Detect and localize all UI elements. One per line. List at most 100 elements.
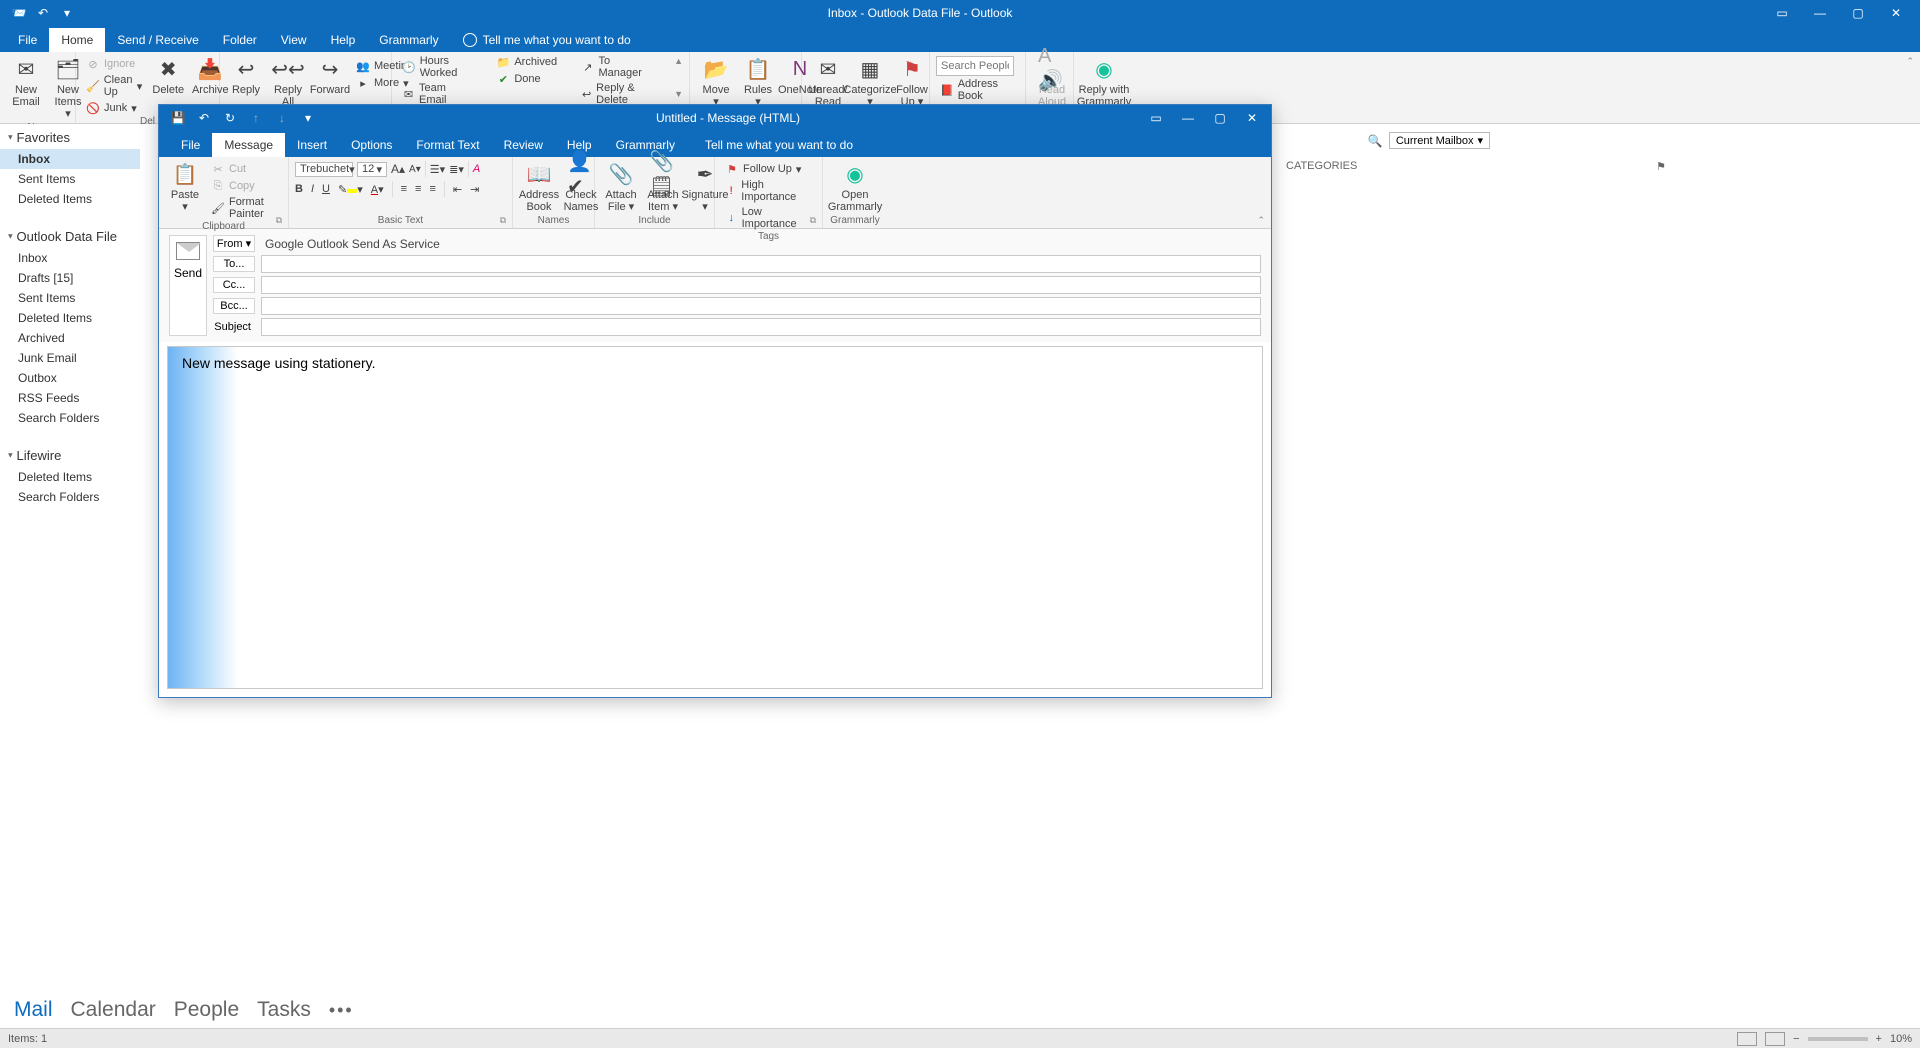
folder-search[interactable]: Search Folders <box>0 408 140 428</box>
view-normal-icon[interactable] <box>1737 1032 1757 1046</box>
open-grammarly-button[interactable]: ◉Open Grammarly <box>829 159 881 215</box>
minimize-icon[interactable]: — <box>1802 2 1838 24</box>
undo-icon[interactable]: ↶ <box>34 4 52 22</box>
paste-button[interactable]: 📋Paste▾ <box>165 159 205 221</box>
copy-button[interactable]: ⎘Copy <box>207 178 282 194</box>
compose-minimize-icon[interactable]: — <box>1173 107 1203 129</box>
nav-more-icon[interactable]: ••• <box>329 1000 354 1021</box>
lifewire-header[interactable]: Lifewire <box>0 442 140 467</box>
zoom-slider[interactable] <box>1808 1037 1868 1041</box>
nav-mail[interactable]: Mail <box>14 998 53 1022</box>
tab-view[interactable]: View <box>269 28 319 52</box>
to-button[interactable]: To... <box>213 256 255 272</box>
highlight-button[interactable]: ✎▾ <box>338 183 363 196</box>
tab-file[interactable]: File <box>6 28 49 52</box>
address-book-button[interactable]: 📕Address Book <box>936 77 1019 103</box>
quicksteps-up-icon[interactable]: ▲ <box>674 56 683 66</box>
cleanup-button[interactable]: 🧹Clean Up ▾ <box>82 73 146 99</box>
cc-input[interactable] <box>261 276 1261 294</box>
align-left-icon[interactable]: ≡ <box>401 183 407 195</box>
to-manager-step[interactable]: ↗To Manager <box>577 54 658 80</box>
save-icon[interactable]: 💾 <box>171 111 185 125</box>
from-button[interactable]: From ▾ <box>213 235 255 252</box>
tab-help[interactable]: Help <box>319 28 368 52</box>
attach-item-button[interactable]: 📎🗒Attach Item ▾ <box>643 159 683 215</box>
numbering-icon[interactable]: ≣▾ <box>449 163 464 176</box>
nav-tasks[interactable]: Tasks <box>257 998 311 1022</box>
italic-button[interactable]: I <box>311 183 314 195</box>
maximize-icon[interactable]: ▢ <box>1840 2 1876 24</box>
reply-all-button[interactable]: ↩↩Reply All <box>268 54 308 110</box>
tab-send-receive[interactable]: Send / Receive <box>105 28 210 52</box>
ignore-button[interactable]: ⊘Ignore <box>82 56 146 72</box>
basictext-launcher-icon[interactable]: ⧉ <box>500 215 506 226</box>
folder-archived[interactable]: Archived <box>0 328 140 348</box>
zoom-in-icon[interactable]: + <box>1876 1033 1882 1045</box>
forward-button[interactable]: ↪Forward <box>310 54 350 110</box>
message-body-editor[interactable]: New message using stationery. <box>167 346 1263 689</box>
bcc-button[interactable]: Bcc... <box>213 298 255 314</box>
search-people-input[interactable] <box>936 56 1014 76</box>
bcc-input[interactable] <box>261 297 1261 315</box>
quicksteps-down-icon[interactable]: ▼ <box>674 89 683 99</box>
followup-button[interactable]: ⚑Follow Up ▾ <box>892 54 932 110</box>
flag-column-icon[interactable]: ⚑ <box>1656 160 1666 173</box>
address-book-button[interactable]: 📖Address Book <box>519 159 559 215</box>
categorize-button[interactable]: ▦Categorize▾ <box>850 54 890 110</box>
next-item-icon[interactable]: ↓ <box>275 111 289 125</box>
to-input[interactable] <box>261 255 1261 273</box>
prev-item-icon[interactable]: ↑ <box>249 111 263 125</box>
search-mailbox-icon[interactable]: 🔍 <box>1368 134 1383 148</box>
ctab-insert[interactable]: Insert <box>285 133 339 157</box>
folder-deleted-fav[interactable]: Deleted Items <box>0 189 140 209</box>
ribbon-display-icon[interactable]: ▭ <box>1764 2 1800 24</box>
clear-formatting-icon[interactable]: A <box>473 163 480 175</box>
high-importance-button[interactable]: !High Importance <box>721 178 816 204</box>
lifewire-deleted[interactable]: Deleted Items <box>0 467 140 487</box>
folder-outbox[interactable]: Outbox <box>0 368 140 388</box>
tab-home[interactable]: Home <box>49 28 105 52</box>
reply-button[interactable]: ↩Reply <box>226 54 266 110</box>
compose-close-icon[interactable]: ✕ <box>1237 107 1267 129</box>
bold-button[interactable]: B <box>295 183 303 195</box>
attach-file-button[interactable]: 📎Attach File ▾ <box>601 159 641 215</box>
low-importance-button[interactable]: ↓Low Importance <box>721 205 816 231</box>
underline-button[interactable]: U <box>322 183 330 195</box>
rules-button[interactable]: 📋Rules▾ <box>738 54 778 110</box>
ctab-file[interactable]: File <box>169 133 212 157</box>
folder-drafts[interactable]: Drafts [15] <box>0 268 140 288</box>
search-scope-dropdown[interactable]: Current Mailbox▾ <box>1389 132 1490 149</box>
align-right-icon[interactable]: ≡ <box>429 183 435 195</box>
delete-button[interactable]: ✖ Delete <box>148 54 188 98</box>
align-center-icon[interactable]: ≡ <box>415 183 421 195</box>
follow-up-button[interactable]: ⚑Follow Up ▾ <box>721 161 816 177</box>
hours-worked-step[interactable]: 🕑Hours Worked <box>398 54 476 80</box>
clipboard-launcher-icon[interactable]: ⧉ <box>276 215 282 226</box>
move-button[interactable]: 📂Move▾ <box>696 54 736 110</box>
undo-icon[interactable]: ↶ <box>197 111 211 125</box>
done-step[interactable]: ✔Done <box>492 71 561 87</box>
new-email-button[interactable]: ✉ New Email <box>6 54 46 122</box>
cut-button[interactable]: ✂Cut <box>207 161 282 177</box>
folder-deleted[interactable]: Deleted Items <box>0 308 140 328</box>
nav-people[interactable]: People <box>174 998 239 1022</box>
font-color-button[interactable]: A▾ <box>371 183 384 196</box>
zoom-out-icon[interactable]: − <box>1793 1033 1799 1045</box>
shrink-font-icon[interactable]: A▾ <box>409 164 421 175</box>
increase-indent-icon[interactable]: ⇥ <box>470 183 479 196</box>
grow-font-icon[interactable]: A▴ <box>391 162 405 176</box>
ctab-review[interactable]: Review <box>492 133 555 157</box>
view-reading-icon[interactable] <box>1765 1032 1785 1046</box>
send-button[interactable]: Send <box>169 235 207 336</box>
compose-tell-me[interactable]: Tell me what you want to do <box>687 133 865 157</box>
folder-sent[interactable]: Sent Items <box>0 288 140 308</box>
bullets-icon[interactable]: ☰▾ <box>430 163 445 176</box>
qat-dropdown-icon[interactable]: ▾ <box>301 111 315 125</box>
folder-inbox-fav[interactable]: Inbox <box>0 149 140 169</box>
decrease-indent-icon[interactable]: ⇤ <box>453 183 462 196</box>
ribbon-collapse-icon[interactable]: ⌃ <box>1906 56 1914 121</box>
outlook-data-header[interactable]: Outlook Data File <box>0 223 140 248</box>
folder-rss[interactable]: RSS Feeds <box>0 388 140 408</box>
compose-maximize-icon[interactable]: ▢ <box>1205 107 1235 129</box>
redo-icon[interactable]: ↻ <box>223 111 237 125</box>
